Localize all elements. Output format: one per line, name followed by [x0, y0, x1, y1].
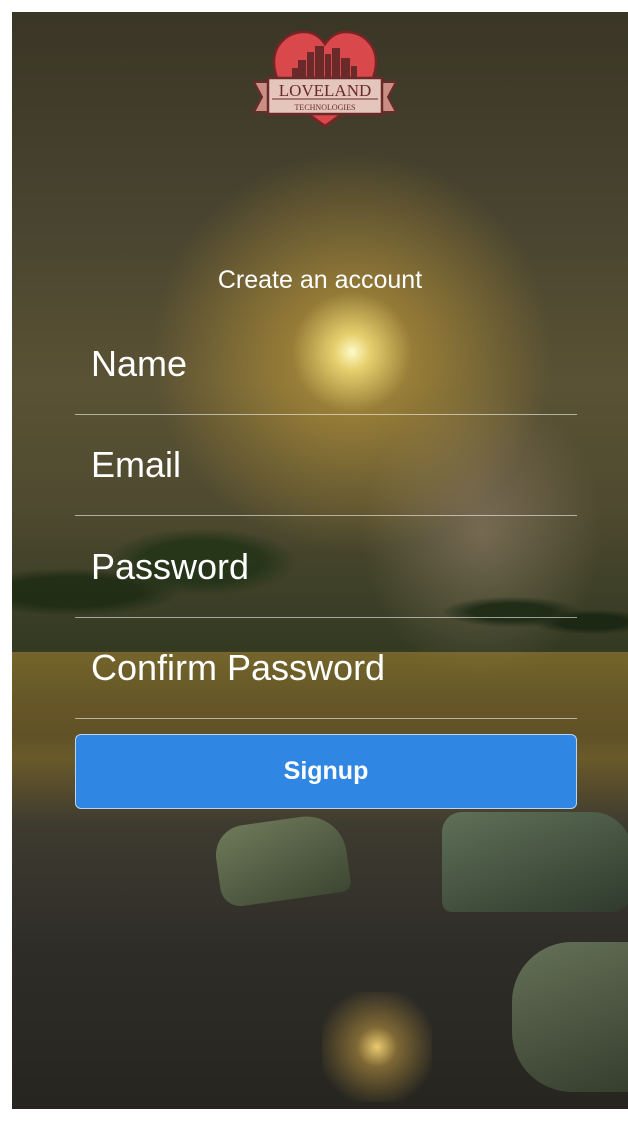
password-field — [75, 517, 577, 618]
logo-brand-text: LOVELAND — [279, 81, 372, 100]
background-rock — [442, 812, 628, 912]
logo-tagline-text: TECHNOLOGIES — [295, 103, 356, 112]
signup-screen: LOVELAND TECHNOLOGIES Create an account … — [12, 12, 628, 1109]
signup-button[interactable]: Signup — [75, 734, 577, 809]
confirm-password-input[interactable] — [91, 618, 577, 718]
form-title: Create an account — [217, 266, 423, 294]
confirm-password-field — [75, 618, 577, 719]
background-reflection — [322, 992, 432, 1102]
loveland-logo: LOVELAND TECHNOLOGIES — [252, 30, 398, 128]
password-input[interactable] — [91, 517, 577, 617]
name-input[interactable] — [91, 314, 577, 414]
email-field — [75, 415, 577, 516]
name-field — [75, 314, 577, 415]
email-input[interactable] — [91, 415, 577, 515]
background-rock — [212, 811, 352, 909]
background-rock — [512, 942, 628, 1092]
